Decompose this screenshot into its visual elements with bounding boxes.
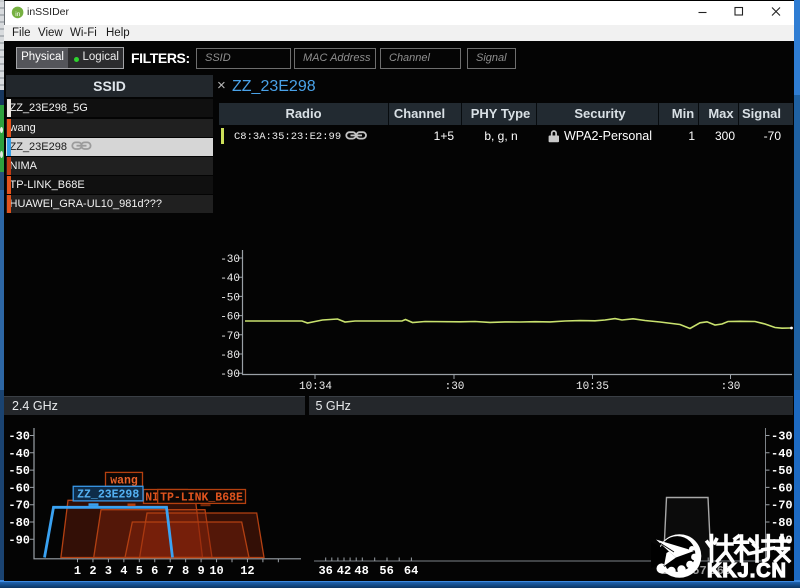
svg-text:5: 5 <box>136 564 143 578</box>
svg-text:10:35: 10:35 <box>576 381 609 393</box>
svg-text:-30: -30 <box>771 430 793 444</box>
svg-text:3: 3 <box>105 564 112 578</box>
svg-text:10:34: 10:34 <box>299 381 332 393</box>
svg-text:-60: -60 <box>771 481 793 495</box>
svg-text:-30: -30 <box>220 254 240 266</box>
svg-text:-30: -30 <box>8 430 30 444</box>
svg-text:-80: -80 <box>771 516 793 530</box>
svg-text:8: 8 <box>182 564 189 578</box>
svg-text:-40: -40 <box>8 447 30 461</box>
svg-text:64: 64 <box>404 564 418 578</box>
svg-text:2: 2 <box>89 564 96 578</box>
svg-text:-70: -70 <box>771 499 793 513</box>
svg-text:-80: -80 <box>8 516 30 530</box>
svg-text:4: 4 <box>120 564 127 578</box>
svg-text:-70: -70 <box>8 499 30 513</box>
svg-text::30: :30 <box>721 381 741 393</box>
svg-text:10: 10 <box>209 564 223 578</box>
svg-text:36: 36 <box>318 564 332 578</box>
svg-text:9: 9 <box>197 564 204 578</box>
svg-text:6: 6 <box>151 564 158 578</box>
svg-text:48: 48 <box>354 564 368 578</box>
svg-text:-60: -60 <box>220 312 240 324</box>
svg-text:42: 42 <box>337 564 351 578</box>
svg-text:-50: -50 <box>771 464 793 478</box>
svg-text:56: 56 <box>379 564 393 578</box>
svg-text:-70: -70 <box>220 331 240 343</box>
svg-text:-50: -50 <box>220 292 240 304</box>
svg-text:12: 12 <box>240 564 254 578</box>
svg-text:ZZ_23E298: ZZ_23E298 <box>77 489 139 502</box>
svg-text:1: 1 <box>74 564 81 578</box>
svg-text:7: 7 <box>167 564 174 578</box>
svg-text:-50: -50 <box>8 464 30 478</box>
svg-text:TP-LINK_B68E: TP-LINK_B68E <box>160 492 243 505</box>
svg-text:in: in <box>15 11 20 18</box>
svg-text:-90: -90 <box>220 369 240 381</box>
svg-text:KKJ.CN: KKJ.CN <box>707 560 787 582</box>
svg-text:-90: -90 <box>8 533 30 547</box>
svg-text:-60: -60 <box>8 481 30 495</box>
svg-text:-80: -80 <box>220 350 240 362</box>
svg-text::30: :30 <box>445 381 465 393</box>
svg-text:-40: -40 <box>771 447 793 461</box>
svg-text:-40: -40 <box>220 273 240 285</box>
